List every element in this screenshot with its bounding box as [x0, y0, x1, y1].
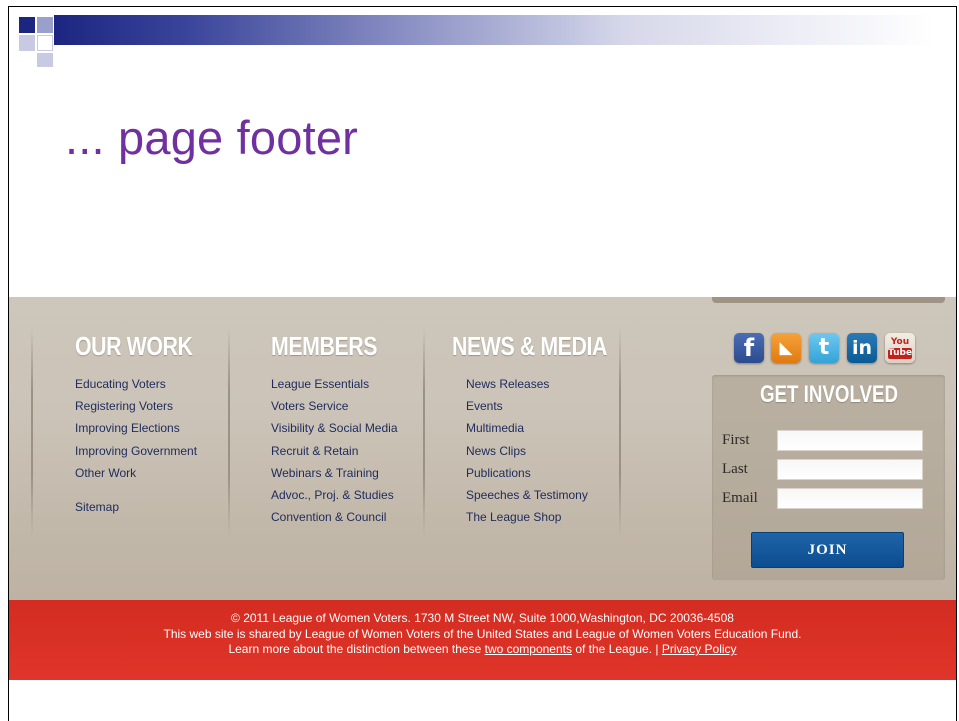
- of-league-text: of the League. |: [572, 642, 662, 656]
- legal-line3: Learn more about the distinction between…: [9, 642, 956, 658]
- footer-link[interactable]: Recruit & Retain: [271, 440, 400, 462]
- link-list: Educating Voters Registering Voters Impr…: [75, 373, 218, 518]
- linkedin-icon[interactable]: in: [847, 333, 877, 363]
- footer-link[interactable]: Improving Elections: [75, 417, 218, 439]
- footer-link[interactable]: Webinars & Training: [271, 462, 400, 484]
- column-divider: [31, 327, 33, 537]
- youtube-icon[interactable]: You Tube: [885, 333, 915, 363]
- footer-link[interactable]: Multimedia: [466, 417, 641, 439]
- slide-title: ... page footer: [65, 111, 359, 164]
- legal-bar: © 2011 League of Women Voters. 1730 M St…: [9, 600, 956, 680]
- first-name-label: First: [722, 432, 750, 448]
- get-involved-title: GET INVOLVED: [760, 381, 898, 408]
- footer-link[interactable]: Educating Voters: [75, 373, 218, 395]
- footer-ridge: [712, 297, 945, 303]
- column-heading: MEMBERS: [271, 331, 378, 361]
- footer-link[interactable]: Registering Voters: [75, 395, 218, 417]
- footer-column-our-work: OUR WORK Educating Voters Registering Vo…: [75, 329, 218, 518]
- last-name-input[interactable]: [777, 459, 923, 480]
- first-name-input[interactable]: [777, 430, 923, 451]
- footer-link[interactable]: News Clips: [466, 440, 641, 462]
- decor-square: [37, 53, 53, 67]
- footer-column-members: MEMBERS League Essentials Voters Service…: [271, 329, 400, 528]
- site-footer: OUR WORK Educating Voters Registering Vo…: [9, 297, 956, 600]
- email-input[interactable]: [777, 488, 923, 509]
- column-divider: [619, 327, 621, 537]
- twitter-icon[interactable]: t: [809, 333, 839, 363]
- column-heading: NEWS & MEDIA: [452, 331, 607, 361]
- decor-square: [19, 17, 35, 33]
- column-divider: [423, 327, 425, 537]
- youtube-icon-tube: Tube: [888, 348, 913, 359]
- join-button[interactable]: JOIN: [751, 532, 904, 568]
- distinction-text: Learn more about the distinction between…: [228, 642, 485, 656]
- email-label: Email: [722, 490, 758, 506]
- facebook-icon[interactable]: f: [734, 333, 764, 363]
- sitemap-link[interactable]: Sitemap: [75, 496, 218, 518]
- slide: ... page footer OUR WORK Educating Voter…: [8, 6, 957, 721]
- decor-square: [19, 35, 35, 51]
- footer-link[interactable]: Publications: [466, 462, 641, 484]
- footer-link[interactable]: Events: [466, 395, 641, 417]
- decor-square: [37, 35, 53, 51]
- footer-link[interactable]: Convention & Council: [271, 506, 400, 528]
- column-heading: OUR WORK: [75, 331, 193, 361]
- footer-link[interactable]: Other Work: [75, 462, 218, 484]
- privacy-policy-link[interactable]: Privacy Policy: [662, 642, 737, 656]
- footer-link[interactable]: Advoc., Proj. & Studies: [271, 484, 400, 506]
- link-list: League Essentials Voters Service Visibil…: [271, 373, 400, 528]
- link-list: News Releases Events Multimedia News Cli…: [466, 373, 641, 528]
- rss-icon[interactable]: ◣: [771, 333, 801, 363]
- youtube-icon-you: You: [890, 337, 910, 347]
- get-involved-panel: GET INVOLVED First Last Email JOIN: [712, 375, 945, 580]
- footer-link[interactable]: Voters Service: [271, 395, 400, 417]
- footer-link[interactable]: News Releases: [466, 373, 641, 395]
- footer-link[interactable]: Improving Government: [75, 440, 218, 462]
- footer-column-news-media: NEWS & MEDIA News Releases Events Multim…: [452, 329, 641, 528]
- copyright-text: © 2011 League of Women Voters. 1730 M St…: [231, 611, 734, 625]
- footer-link[interactable]: Speeches & Testimony: [466, 484, 641, 506]
- footer-link[interactable]: The League Shop: [466, 506, 641, 528]
- column-divider: [228, 327, 230, 537]
- footer-link[interactable]: League Essentials: [271, 373, 400, 395]
- two-components-link[interactable]: two components: [485, 642, 572, 656]
- shared-site-text: This web site is shared by League of Wom…: [163, 626, 802, 641]
- last-name-label: Last: [722, 461, 748, 477]
- decor-square: [37, 17, 53, 33]
- slide-header-bar: [54, 15, 934, 45]
- footer-link[interactable]: Visibility & Social Media: [271, 417, 400, 439]
